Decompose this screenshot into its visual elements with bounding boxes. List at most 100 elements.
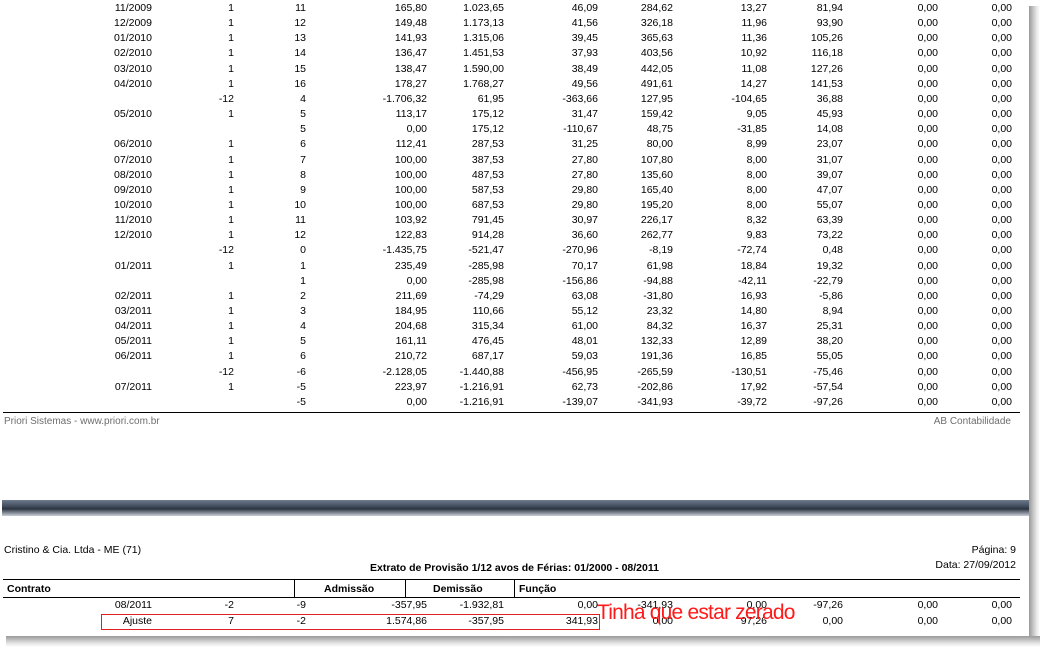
table-row: 05/2010 1 5 113,17 175,12 31,47 159,42 9,05 45,9… [0, 107, 1029, 122]
table-cell: 141,93 [394, 32, 427, 45]
column-header-funcao: Função [519, 583, 557, 595]
table-cell: -130,51 [731, 365, 767, 378]
table-cell: 07/2010 [114, 153, 152, 166]
table-cell: 100,00 [394, 183, 427, 196]
table-cell: 165,80 [394, 2, 427, 14]
table-cell: 1 [228, 289, 234, 302]
footer-right: AB Contabilidade [933, 416, 1011, 427]
table-cell: 48,75 [646, 123, 673, 136]
table-cell: 1 [300, 259, 306, 272]
table-cell: 914,28 [471, 229, 504, 242]
table-cell: 55,05 [816, 350, 843, 363]
table-cell: 05/2011 [114, 335, 152, 348]
table-cell: 223,97 [394, 380, 427, 393]
table-row: -12 0 -1.435,75 -521,47 -270,96 -8,19 -72,74 0,… [0, 243, 1029, 258]
table-cell: 165,40 [640, 183, 673, 196]
table-cell: 31,07 [816, 153, 843, 166]
table-cell: 0,00 [917, 77, 938, 90]
table-cell: 0,00 [991, 47, 1012, 60]
table-cell: 226,17 [640, 214, 673, 227]
table-cell: -31,85 [737, 123, 767, 136]
table-cell: 29,80 [571, 183, 598, 196]
table-cell: -5 [296, 380, 306, 393]
table-cell: 08/2011 [114, 599, 152, 611]
table-cell: -8,19 [649, 244, 673, 257]
table-cell: 0,00 [991, 32, 1012, 45]
table-cell: 01/2011 [114, 259, 152, 272]
table-cell: -75,46 [813, 365, 843, 378]
table-cell: -104,65 [731, 92, 767, 105]
table-cell: 1.574,86 [386, 614, 427, 627]
table-row: 07/2010 1 7 100,00 387,53 27,80 107,80 8,00 31,0… [0, 153, 1029, 168]
table-cell: 11/2009 [114, 2, 152, 14]
table-cell: 12/2009 [114, 17, 152, 30]
table-cell: 19,32 [816, 259, 843, 272]
table-cell: -270,96 [562, 244, 598, 257]
table-cell: 0,00 [917, 614, 938, 627]
table-cell: 1 [228, 214, 234, 227]
table-row: 02/2010 1 14 136,47 1.451,53 37,93 403,56 10,92… [0, 46, 1029, 61]
table-cell: 0,00 [991, 108, 1012, 121]
table-cell: -285,98 [468, 259, 504, 272]
table-cell: -2 [224, 599, 234, 611]
table-row: 03/2011 1 3 184,95 110,66 55,12 23,32 14,80 8,94… [0, 304, 1029, 319]
table-cell: 8,94 [822, 305, 843, 317]
report-page: 11/2009 1 11 165,80 1.023,65 46,09 284,62 13,27… [0, 0, 1029, 638]
table-cell: 326,18 [640, 17, 673, 30]
report-date: Data: 27/09/2012 [935, 559, 1016, 571]
table-cell: 175,12 [471, 123, 504, 136]
table-cell: 491,61 [640, 77, 673, 90]
table-cell: 9,83 [746, 229, 767, 242]
table-cell: 7 [228, 614, 234, 627]
table-cell: -139,07 [562, 395, 598, 408]
table-cell: 141,53 [810, 77, 843, 90]
table-cell: 1 [228, 183, 234, 196]
table-row: 08/2010 1 8 100,00 487,53 27,80 135,60 8,00 39,0… [0, 168, 1029, 183]
table-cell: 1 [228, 47, 234, 60]
table-row: -5 0,00 -1.216,91 -139,07 -341,93 -39,72 -97,2… [0, 395, 1029, 410]
table-cell: 0,00 [917, 274, 938, 287]
table-cell: 12 [294, 229, 306, 242]
table-row: 01/2011 1 1 235,49 -285,98 70,17 61,98 18,84 19,… [0, 259, 1029, 274]
table-cell: 315,34 [471, 320, 504, 333]
table-cell: -12 [218, 92, 234, 105]
table-cell: -2.128,05 [382, 365, 427, 378]
table-cell: 27,80 [571, 168, 598, 181]
table-cell: 487,53 [471, 168, 504, 181]
table-cell: 0,00 [917, 350, 938, 363]
table-cell: Ajuste [122, 614, 152, 627]
table-cell: 1 [228, 2, 234, 14]
table-cell: 0,00 [917, 259, 938, 272]
table-cell: 10 [294, 198, 306, 211]
table-cell: 107,80 [640, 153, 673, 166]
table-cell: 0,00 [917, 62, 938, 75]
table-cell: 1 [228, 380, 234, 393]
table-cell: 1 [228, 153, 234, 166]
table-cell: 16,85 [740, 350, 767, 363]
table-cell: -156,86 [562, 274, 598, 287]
table-cell: 31,47 [571, 108, 598, 121]
table-cell: -22,79 [813, 274, 843, 287]
table-cell: 284,62 [640, 2, 673, 14]
table-cell: 70,17 [571, 259, 598, 272]
table-cell: 110,66 [472, 305, 504, 317]
table-row: 04/2010 1 16 178,27 1.768,27 49,56 491,61 14,27… [0, 77, 1029, 92]
table-cell: 0,00 [917, 229, 938, 242]
table-cell: -31,80 [643, 289, 673, 302]
table-cell: 100,00 [394, 198, 427, 211]
table-cell: 10,92 [740, 47, 767, 60]
table-cell: 0,00 [917, 320, 938, 333]
table-cell: 0,00 [991, 274, 1012, 287]
table-cell: 05/2010 [114, 108, 152, 121]
table-cell: 9 [300, 183, 306, 196]
table-cell: 12 [294, 17, 306, 30]
table-cell: 175,12 [471, 108, 504, 121]
table-cell: 62,73 [571, 380, 598, 393]
table-cell: 8,99 [746, 138, 767, 151]
column-divider [294, 579, 295, 598]
table-cell: 0,00 [991, 183, 1012, 196]
table-cell: 11,36 [741, 32, 768, 45]
table-cell: 1 [300, 274, 306, 287]
column-header-contrato: Contrato [7, 583, 51, 595]
table-cell: 04/2011 [114, 320, 152, 333]
